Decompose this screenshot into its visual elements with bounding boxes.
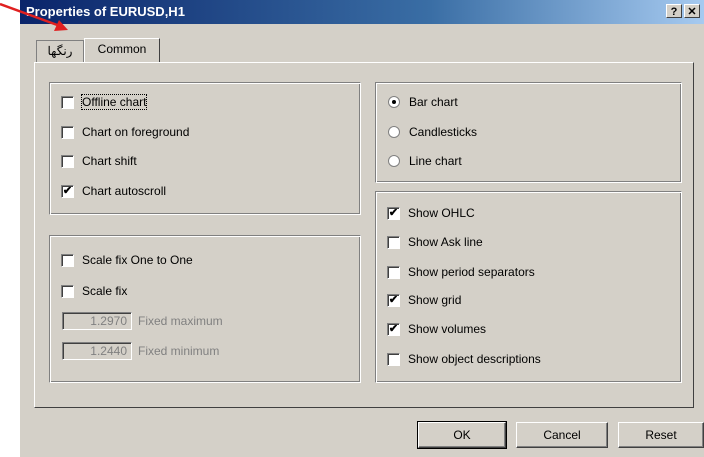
bar-chart-option[interactable]: Bar chart: [388, 94, 458, 110]
show-volumes-label: Show volumes: [408, 322, 487, 336]
chart-shift-checkbox[interactable]: [61, 154, 74, 168]
chart-autoscroll-option[interactable]: ✔ Chart autoscroll: [61, 183, 166, 199]
show-volumes-checkbox[interactable]: ✔: [387, 322, 400, 336]
title-bar[interactable]: Properties of EURUSD,H1 ? ✕: [20, 0, 704, 24]
tab-panel-common: Offline chart Chart on foreground Chart …: [34, 62, 694, 408]
cancel-button[interactable]: Cancel: [516, 422, 608, 448]
bar-chart-radio[interactable]: [388, 96, 400, 108]
scale-fix-one-to-one-label: Scale fix One to One: [82, 253, 193, 267]
ok-button[interactable]: OK: [417, 421, 507, 449]
show-volumes-option[interactable]: ✔ Show volumes: [387, 321, 486, 337]
line-chart-option[interactable]: Line chart: [388, 153, 462, 169]
chart-shift-option[interactable]: Chart shift: [61, 153, 137, 169]
chart-on-foreground-label: Chart on foreground: [82, 125, 190, 139]
fixed-minimum-input[interactable]: 1.2440: [62, 342, 132, 360]
show-grid-label: Show grid: [408, 293, 462, 307]
candlesticks-label: Candlesticks: [409, 125, 478, 139]
line-chart-radio[interactable]: [388, 155, 400, 167]
show-grid-option[interactable]: ✔ Show grid: [387, 292, 461, 308]
chart-autoscroll-checkbox[interactable]: ✔: [61, 184, 74, 198]
show-period-separators-checkbox[interactable]: [387, 265, 400, 279]
tab-common[interactable]: Common: [84, 38, 160, 62]
line-chart-label: Line chart: [409, 154, 462, 168]
bar-chart-label: Bar chart: [409, 95, 458, 109]
show-object-descriptions-option[interactable]: Show object descriptions: [387, 351, 541, 367]
fixed-maximum-label: Fixed maximum: [138, 314, 223, 328]
show-period-separators-label: Show period separators: [408, 265, 535, 279]
chart-options-group: Offline chart Chart on foreground Chart …: [49, 82, 361, 215]
fixed-maximum-row: 1.2970 Fixed maximum: [62, 312, 223, 330]
scale-fix-option[interactable]: Scale fix: [61, 283, 127, 299]
show-period-separators-option[interactable]: Show period separators: [387, 264, 535, 280]
chart-autoscroll-label: Chart autoscroll: [82, 184, 167, 198]
arrow-shaft: [0, 2, 61, 28]
annotation-arrow-icon: [0, 2, 68, 31]
reset-button[interactable]: Reset: [618, 422, 704, 448]
show-object-descriptions-checkbox[interactable]: [387, 352, 400, 366]
radio-selected-dot: [392, 100, 396, 104]
scale-fix-one-to-one-option[interactable]: Scale fix One to One: [61, 252, 193, 268]
show-ask-line-option[interactable]: Show Ask line: [387, 234, 483, 250]
fixed-minimum-label: Fixed minimum: [138, 344, 220, 358]
show-ohlc-checkbox[interactable]: ✔: [387, 206, 400, 220]
tab-common-label: Common: [97, 42, 147, 56]
scale-fix-checkbox[interactable]: [61, 284, 74, 298]
fixed-minimum-row: 1.2440 Fixed minimum: [62, 342, 219, 360]
offline-chart-checkbox[interactable]: [61, 95, 74, 109]
help-button[interactable]: ?: [666, 4, 682, 18]
show-object-descriptions-label: Show object descriptions: [408, 352, 541, 366]
scale-group: Scale fix One to One Scale fix 1.2970 Fi…: [49, 235, 361, 383]
candlesticks-radio[interactable]: [388, 126, 400, 138]
tab-colors-label: رنگها: [47, 44, 73, 58]
chart-type-group: Bar chart Candlesticks Line chart: [375, 82, 682, 183]
show-ask-line-label: Show Ask line: [408, 235, 483, 249]
candlesticks-option[interactable]: Candlesticks: [388, 124, 477, 140]
scale-fix-label: Scale fix: [82, 284, 128, 298]
show-ohlc-label: Show OHLC: [408, 206, 475, 220]
offline-chart-option[interactable]: Offline chart: [61, 94, 148, 110]
properties-dialog: Properties of EURUSD,H1 ? ✕ رنگها Common…: [20, 0, 704, 457]
offline-chart-label: Offline chart: [80, 94, 148, 110]
fixed-maximum-input[interactable]: 1.2970: [62, 312, 132, 330]
show-grid-checkbox[interactable]: ✔: [387, 293, 400, 307]
chart-on-foreground-option[interactable]: Chart on foreground: [61, 124, 189, 140]
display-options-group: ✔ Show OHLC Show Ask line Show period se…: [375, 191, 682, 383]
chart-on-foreground-checkbox[interactable]: [61, 125, 74, 139]
tab-colors[interactable]: رنگها: [36, 40, 84, 62]
show-ask-line-checkbox[interactable]: [387, 235, 400, 249]
show-ohlc-option[interactable]: ✔ Show OHLC: [387, 205, 475, 221]
scale-fix-one-to-one-checkbox[interactable]: [61, 253, 74, 267]
close-button[interactable]: ✕: [684, 4, 700, 18]
chart-shift-label: Chart shift: [82, 154, 137, 168]
